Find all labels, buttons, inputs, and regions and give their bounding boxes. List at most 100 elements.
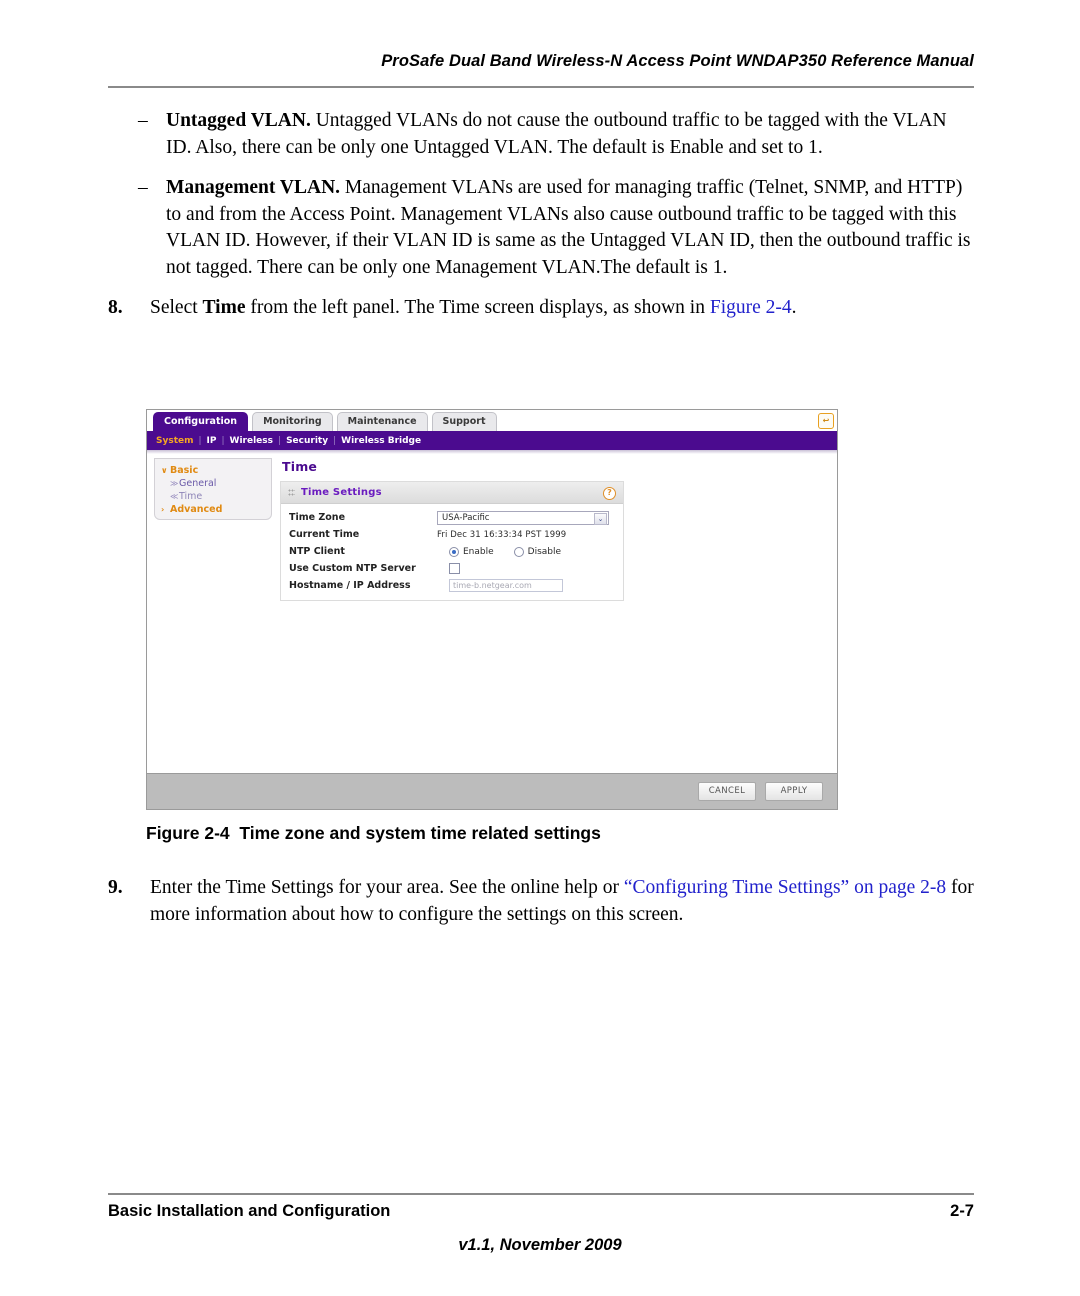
field-label: NTP Client: [289, 546, 345, 557]
sidebar-item-general[interactable]: ≫General: [161, 477, 271, 490]
footer-version: v1.1, November 2009: [458, 1236, 622, 1254]
bullet-dash: –: [138, 110, 148, 131]
field-value: time-b.netgear.com: [437, 579, 615, 592]
card-header: Time Settings ?: [281, 482, 623, 504]
footer-section-title: Basic Installation and Configuration: [108, 1202, 391, 1220]
card-body: Time Zone USA-Pacific ⌄ Current Time Fri…: [281, 504, 623, 600]
ntp-enable-radio[interactable]: [449, 546, 459, 557]
step-8: 8. Select Time from the left panel. The …: [108, 295, 988, 322]
sidebar-item-label: General: [179, 478, 217, 489]
logout-icon[interactable]: ↩: [818, 413, 834, 429]
sidebar-item-label: Basic: [170, 465, 199, 476]
field-label: Time Zone: [289, 512, 346, 523]
app-sidebar: ∨ Basic ≫General ≪Time › Advanced: [154, 458, 272, 520]
chevron-down-icon: ∨: [161, 466, 168, 475]
submenu-separator: |: [198, 435, 202, 446]
sidebar-item-label: Time: [179, 491, 203, 502]
time-settings-card: Time Settings ? Time Zone USA-Pacific ⌄: [280, 481, 624, 601]
use-custom-ntp-server-checkbox[interactable]: [449, 563, 460, 574]
time-zone-selected-value: USA-Pacific: [442, 512, 490, 523]
step-body: Enter the Time Settings for your area. S…: [150, 875, 980, 928]
step-9: 9. Enter the Time Settings for your area…: [108, 875, 988, 928]
step-text-before: Select: [150, 297, 203, 318]
ntp-client-radio-group: Enable Disable: [437, 546, 581, 557]
help-icon[interactable]: ?: [603, 487, 616, 500]
app-tab-bar: Configuration Monitoring Maintenance Sup…: [147, 410, 837, 431]
tab-support[interactable]: Support: [431, 412, 497, 431]
cancel-button[interactable]: CANCEL: [698, 782, 756, 801]
field-row-hostname-ip: Hostname / IP Address time-b.netgear.com: [281, 577, 623, 594]
step-body: Select Time from the left panel. The Tim…: [150, 295, 980, 322]
submenu-item-security[interactable]: Security: [286, 436, 328, 446]
bullet-management-vlan: – Management VLAN. Management VLANs are …: [108, 175, 988, 281]
field-value: Fri Dec 31 16:33:34 PST 1999: [437, 530, 615, 540]
bullet-untagged-vlan: – Untagged VLAN. Untagged VLANs do not c…: [108, 108, 988, 161]
hostname-ip-input[interactable]: time-b.netgear.com: [449, 579, 563, 592]
time-zone-select[interactable]: USA-Pacific ⌄: [437, 510, 609, 525]
bullet-term: Management VLAN.: [166, 177, 341, 198]
running-header: ProSafe Dual Band Wireless-N Access Poin…: [381, 52, 974, 70]
figure-2-4-link[interactable]: Figure 2-4: [710, 297, 792, 318]
bullet-body: Management VLAN. Management VLANs are us…: [166, 175, 974, 281]
step-text-after: .: [791, 297, 797, 318]
page-content: – Untagged VLAN. Untagged VLANs do not c…: [108, 108, 988, 326]
submenu-separator: |: [333, 435, 337, 446]
field-label: Current Time: [289, 529, 360, 540]
submenu-item-system[interactable]: System: [156, 436, 194, 446]
field-label: Use Custom NTP Server: [289, 563, 416, 574]
configuring-time-settings-link[interactable]: “Configuring Time Settings” on page 2-8: [624, 877, 946, 898]
sidebar-item-advanced[interactable]: › Advanced: [161, 503, 271, 516]
field-row-current-time: Current Time Fri Dec 31 16:33:34 PST 199…: [281, 526, 623, 543]
field-value: [437, 563, 615, 574]
current-time-value: Fri Dec 31 16:33:34 PST 1999: [437, 529, 567, 540]
app-submenu-bar: System | IP | Wireless | Security | Wire…: [147, 431, 837, 450]
bullet-term: Untagged VLAN.: [166, 110, 311, 131]
field-label: Hostname / IP Address: [289, 580, 411, 591]
chevron-down-icon[interactable]: ⌄: [594, 512, 607, 525]
figure-caption-label: Figure 2-4: [146, 823, 230, 843]
tab-configuration[interactable]: Configuration: [153, 412, 249, 431]
header-rule: [108, 86, 974, 88]
submenu-item-wireless[interactable]: Wireless: [230, 436, 273, 446]
submenu-separator: |: [278, 435, 282, 446]
page-title: Time: [282, 459, 318, 474]
step-bold-term: Time: [202, 297, 246, 318]
field-value: Enable Disable: [437, 546, 615, 557]
ntp-disable-radio[interactable]: [513, 546, 524, 557]
step-text-before: Enter the Time Settings for your area. S…: [150, 877, 624, 898]
step-text-middle: from the left panel. The Time screen dis…: [245, 297, 710, 318]
page-content-lower: 9. Enter the Time Settings for your area…: [108, 875, 988, 932]
submenu-item-wireless-bridge[interactable]: Wireless Bridge: [341, 436, 421, 446]
step-number: 9.: [108, 877, 123, 898]
footer-page-number: 2-7: [950, 1202, 974, 1220]
tab-maintenance[interactable]: Maintenance: [336, 412, 428, 431]
ntp-disable-label[interactable]: Disable: [528, 547, 561, 557]
footer: Basic Installation and Configuration 2-7: [108, 1202, 974, 1221]
field-value: USA-Pacific ⌄: [437, 510, 615, 525]
app-window: Configuration Monitoring Maintenance Sup…: [146, 409, 838, 810]
apply-button[interactable]: APPLY: [765, 782, 823, 801]
figure-2-4-image: Configuration Monitoring Maintenance Sup…: [146, 409, 838, 810]
sidebar-item-label: Advanced: [170, 504, 223, 515]
submenu-separator: |: [221, 435, 225, 446]
bullet-body: Untagged VLAN. Untagged VLANs do not cau…: [166, 108, 974, 161]
sidebar-item-basic[interactable]: ∨ Basic: [161, 464, 271, 477]
bullet-dash: –: [138, 177, 148, 198]
field-row-ntp-client: NTP Client Enable Disable: [281, 543, 623, 560]
submenu-item-ip[interactable]: IP: [207, 436, 217, 446]
chevron-right-icon: ›: [161, 505, 165, 514]
step-number: 8.: [108, 297, 123, 318]
app-body: ∨ Basic ≫General ≪Time › Advanced Time T…: [147, 454, 837, 773]
figure-caption-text: Time zone and system time related settin…: [239, 823, 601, 843]
drag-handle-icon[interactable]: [288, 488, 295, 497]
tab-monitoring[interactable]: Monitoring: [252, 412, 333, 431]
ntp-enable-label[interactable]: Enable: [463, 547, 494, 557]
figure-caption: Figure 2-4 Time zone and system time rel…: [146, 823, 976, 844]
card-title: Time Settings: [301, 487, 382, 498]
field-row-time-zone: Time Zone USA-Pacific ⌄: [281, 509, 623, 526]
sidebar-item-time[interactable]: ≪Time: [161, 490, 271, 503]
chevron-left-icon: ≪: [170, 492, 179, 501]
chevron-right-icon: ≫: [170, 479, 179, 488]
footer-rule: [108, 1193, 974, 1195]
document-page: ProSafe Dual Band Wireless-N Access Poin…: [0, 0, 1080, 1296]
